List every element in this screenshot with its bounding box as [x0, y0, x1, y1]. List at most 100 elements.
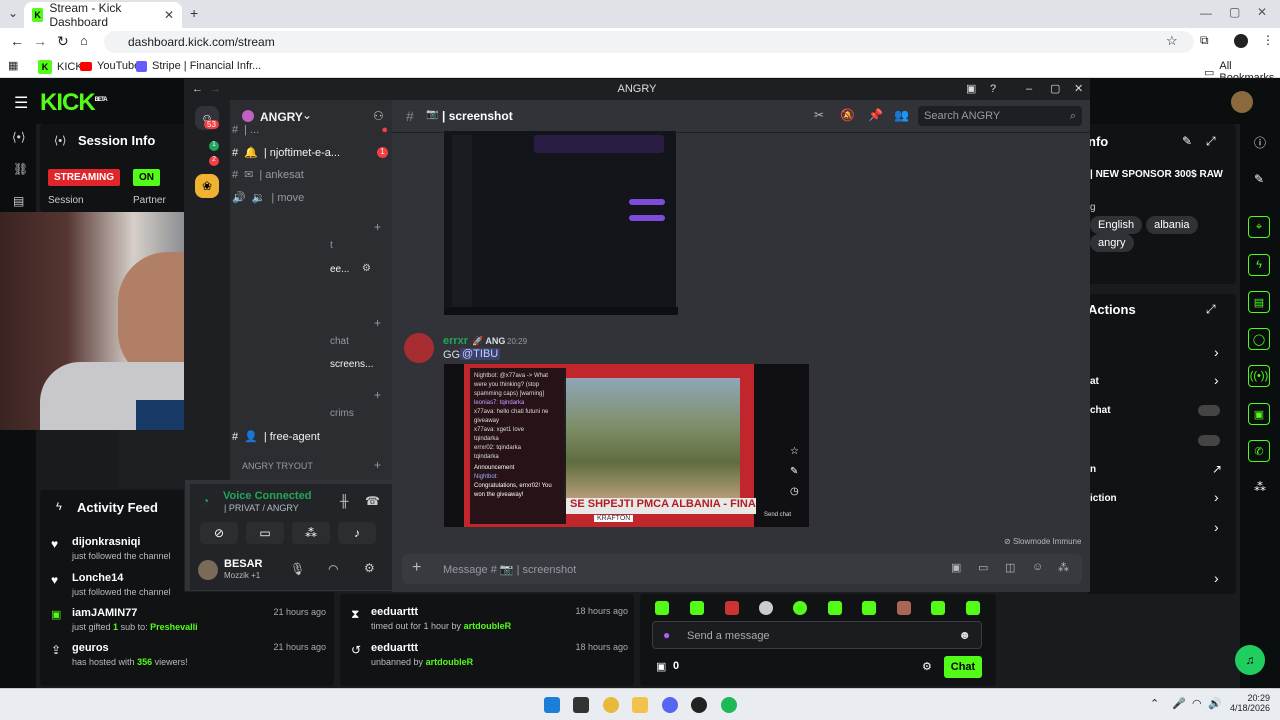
voice-status[interactable]: Voice Connected [223, 490, 311, 502]
chat-send-button[interactable]: Chat [944, 656, 982, 678]
link-nav-icon[interactable]: ⛓ [13, 162, 28, 176]
chevron-right-icon[interactable]: › [1214, 570, 1219, 586]
support-icon[interactable]: ♫ [1235, 645, 1265, 675]
hamburger-icon[interactable]: ☰ [14, 93, 28, 113]
emote-icon[interactable] [690, 601, 704, 615]
extensions-icon[interactable]: ⧉ [1200, 33, 1209, 48]
bolt-icon[interactable]: ϟ [1248, 254, 1270, 276]
bookmark-star-icon[interactable]: ☆ [1166, 33, 1178, 49]
chat-bubble-icon[interactable]: ◯ [1248, 328, 1270, 350]
mic-tray-icon[interactable]: 🎤 [1172, 697, 1186, 710]
clock[interactable]: 20:29 4/18/2026 [1230, 693, 1270, 713]
moderator-name[interactable]: artdoubleR [464, 621, 512, 631]
sticker-icon[interactable]: ◫ [1005, 561, 1015, 574]
server-name[interactable]: ANGRY [260, 110, 303, 124]
edit-icon[interactable]: ✎ [1182, 134, 1192, 148]
chevron-down-icon[interactable]: ⌄ [302, 108, 312, 122]
windows-start-icon[interactable] [544, 697, 560, 713]
disconnect-icon[interactable]: ☎ [365, 494, 380, 508]
close-icon[interactable]: ✕ [1074, 79, 1083, 100]
emote-icon[interactable] [931, 601, 945, 615]
clip-icon[interactable]: ⌖ [1248, 216, 1270, 238]
server-icon[interactable]: ❀ [195, 174, 219, 198]
help-icon[interactable]: ? [990, 79, 996, 100]
chevron-right-icon[interactable]: › [1214, 372, 1219, 388]
chevron-right-icon[interactable]: › [1214, 489, 1219, 505]
star-icon[interactable]: ☆ [790, 446, 799, 457]
popout-icon[interactable]: ⤢ [1206, 134, 1216, 149]
obs-icon[interactable] [691, 697, 707, 713]
mute-bell-icon[interactable]: 🔕 [840, 108, 855, 122]
chat-input[interactable]: ● Send a message ☻ [652, 621, 982, 649]
tag[interactable]: albania [1146, 216, 1198, 234]
tag[interactable]: angry [1090, 234, 1134, 252]
user-settings-icon[interactable]: ⚙ [364, 561, 375, 575]
info-icon[interactable]: ⓘ [1254, 134, 1266, 151]
toggle-switch[interactable] [1198, 435, 1220, 446]
soundwave-icon[interactable]: ╫ [340, 494, 349, 508]
emote-icon[interactable] [966, 601, 980, 615]
emoji-icon[interactable]: ☺ [1032, 561, 1043, 573]
pencil-icon[interactable]: ✎ [790, 466, 798, 477]
add-channel-icon[interactable]: + [374, 458, 381, 472]
bookmark-youtube[interactable]: YouTube [80, 60, 140, 72]
minimize-icon[interactable]: – [1026, 79, 1032, 100]
gift-target[interactable]: Preshevalli [150, 622, 198, 632]
soundboard-button[interactable]: ♪ [338, 522, 376, 544]
tag[interactable]: English [1090, 216, 1143, 234]
file-explorer-icon[interactable] [632, 697, 648, 713]
emote-icon[interactable] [655, 601, 669, 615]
maximize-icon[interactable]: ▢ [1050, 79, 1060, 100]
threads-icon[interactable]: ✂ [814, 108, 824, 122]
wifi-icon[interactable]: ◠ [1192, 697, 1202, 710]
username[interactable]: BESAR [224, 558, 263, 570]
close-tab-icon[interactable]: ✕ [164, 8, 174, 22]
gift-icon[interactable]: ▣ [951, 561, 961, 574]
user-avatar[interactable] [1231, 91, 1253, 113]
save-icon[interactable]: ▣ [1248, 403, 1270, 425]
settings-gear-icon[interactable]: ⚙ [362, 263, 371, 274]
user-avatar[interactable] [198, 560, 218, 580]
apps-icon[interactable]: ⁂ [1058, 561, 1069, 574]
emote-icon[interactable] [725, 601, 739, 615]
back-icon[interactable]: ← [192, 79, 203, 100]
add-channel-icon[interactable]: + [374, 220, 381, 234]
screenshot-attachment[interactable] [443, 130, 678, 315]
gif-icon[interactable]: ▭ [978, 561, 988, 574]
forward-icon[interactable]: → [33, 33, 47, 49]
inbox-icon[interactable]: ▣ [966, 79, 976, 100]
task-view-icon[interactable] [573, 697, 589, 713]
activities-button[interactable]: ⁂ [292, 522, 330, 544]
search-input[interactable]: Search ANGRY ⌕ [918, 106, 1082, 126]
spotify-icon[interactable] [721, 697, 737, 713]
apps-grid-icon[interactable]: ▦ [8, 59, 18, 72]
discord-icon[interactable] [662, 697, 678, 713]
emoji-icon[interactable]: ☻ [958, 628, 971, 642]
home-icon[interactable]: ⌂ [80, 33, 88, 48]
camera-off-button[interactable]: ⊘ [200, 522, 238, 544]
browser-tab[interactable]: K Stream - Kick Dashboard ✕ [24, 1, 182, 29]
close-window-icon[interactable]: ✕ [1257, 5, 1267, 19]
channel-item[interactable]: # | ... ● [232, 124, 388, 136]
bookmark-kick[interactable]: K KICK [38, 60, 83, 74]
volume-icon[interactable]: 🔊 [1208, 697, 1222, 710]
bookmark-stripe[interactable]: Stripe | Financial Infr... [136, 60, 261, 72]
url-field[interactable]: dashboard.kick.com/stream [104, 31, 1194, 53]
emote-icon[interactable] [862, 601, 876, 615]
channel-item[interactable]: # ✉ | ankesat [232, 168, 388, 182]
popout-icon[interactable]: ⤢ [1206, 302, 1216, 317]
stream-nav-icon[interactable]: ⟨•⟩ [12, 130, 26, 144]
toggle-switch[interactable] [1198, 405, 1220, 416]
mention-link[interactable]: @TIBU [460, 348, 501, 360]
moderator-name[interactable]: artdoubleR [426, 657, 474, 667]
add-attachment-icon[interactable]: + [412, 559, 421, 577]
screen-share-button[interactable]: ▭ [246, 522, 284, 544]
note-icon[interactable]: ▤ [1248, 291, 1270, 313]
mic-icon[interactable]: 🎙 [290, 562, 305, 576]
message-input[interactable]: + Message # 📷 | screenshot ▣ ▭ ◫ ☺ ⁂ [402, 554, 1082, 584]
emote-icon[interactable] [793, 601, 807, 615]
new-tab-icon[interactable]: + [190, 5, 198, 21]
maximize-icon[interactable]: ▢ [1229, 5, 1240, 19]
wrench-icon[interactable]: ✆ [1248, 440, 1270, 462]
clock-icon[interactable]: ◷ [790, 486, 799, 497]
